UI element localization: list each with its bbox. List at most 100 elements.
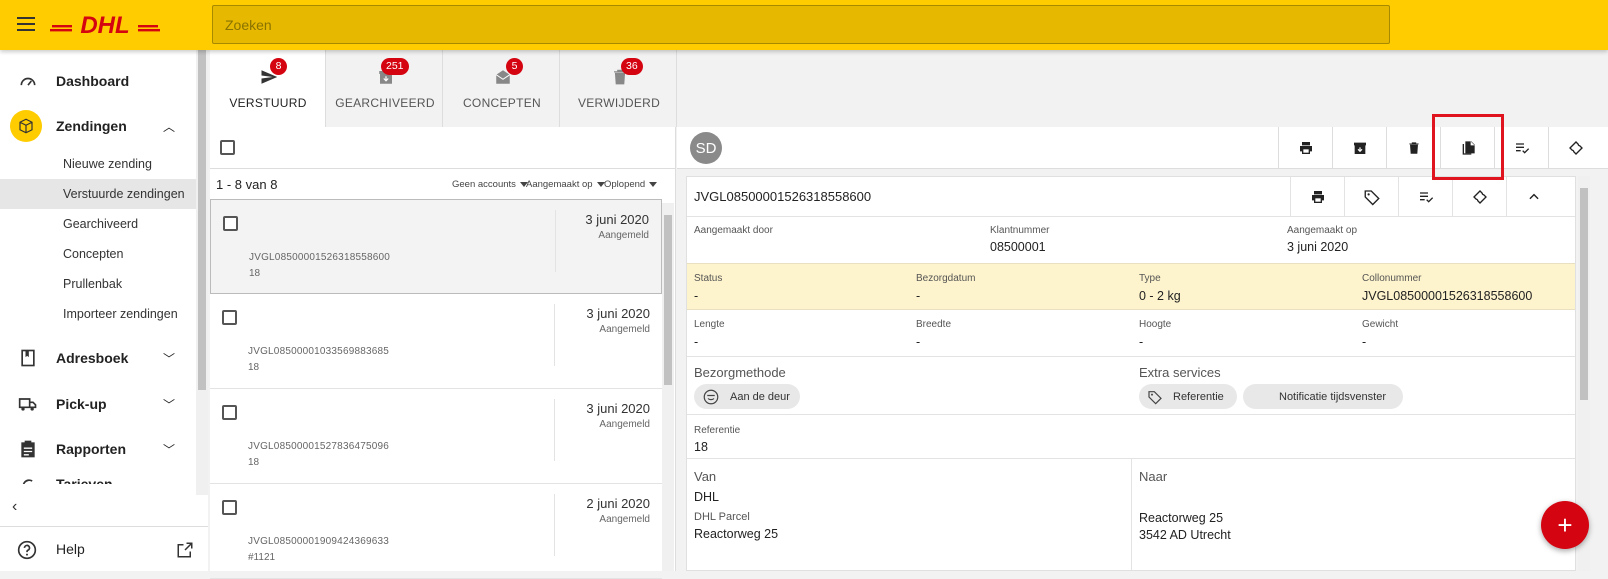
reference-value: 18 — [694, 440, 708, 454]
shipment-date: 2 juni 2020 — [586, 496, 650, 511]
shipment-id: JVGL08500001909424369633 — [248, 536, 390, 547]
extra-service-chip[interactable]: Referentie — [1139, 384, 1237, 409]
delivery-method-chip[interactable]: Aan de deur — [694, 384, 800, 409]
row-checkbox[interactable] — [222, 310, 237, 325]
list-item[interactable]: JVGL08500001909424369633 #1121 2 juni 20… — [210, 484, 662, 579]
playlist-check-icon — [1515, 143, 1529, 154]
sidebar-item-label: Zendingen — [56, 118, 127, 134]
list-item[interactable]: JVGL08500001527836475096 18 3 juni 2020 … — [210, 389, 662, 484]
sidebar-sub-verstuurde-zendingen[interactable]: Verstuurde zendingen — [0, 179, 196, 209]
sidebar: Dashboard Zendingen ︿ Nieuwe zending Ver… — [0, 50, 208, 571]
chevron-up-icon[interactable]: ︿ — [163, 118, 175, 135]
shipment-id: JVGL08500001526318558600 — [249, 252, 391, 263]
archive-button[interactable] — [1332, 127, 1386, 169]
playlist-check-button[interactable] — [1494, 127, 1548, 169]
accounts-filter[interactable]: Geen accounts — [452, 179, 528, 190]
sort-field-filter[interactable]: Aangemaakt op — [526, 179, 605, 190]
menu-icon[interactable] — [17, 17, 35, 31]
shipment-reference: 18 — [249, 268, 261, 279]
sidebar-item-adresboek[interactable]: Adresboek ﹀ — [0, 338, 196, 378]
sidebar-sub-concepten[interactable]: Concepten — [0, 239, 196, 269]
width-value: - — [916, 335, 921, 349]
collapse-sidebar-icon[interactable]: ‹ — [12, 498, 17, 516]
reference-row: Referentie 18 — [687, 415, 1575, 459]
tab-concepten[interactable]: 5 CONCEPTEN — [444, 50, 560, 127]
shipment-date: 3 juni 2020 — [586, 306, 650, 321]
sidebar-item-label: Dashboard — [56, 73, 130, 89]
package-icon — [10, 110, 42, 142]
sidebar-item-rapporten[interactable]: Rapporten ﹀ — [0, 429, 196, 469]
sidebar-sub-prullenbak[interactable]: Prullenbak — [0, 269, 196, 299]
row-checkbox[interactable] — [222, 500, 237, 515]
help-label[interactable]: Help — [56, 541, 85, 557]
shipment-reference: #1121 — [248, 552, 276, 563]
chevron-down-icon[interactable]: ﹀ — [163, 441, 175, 458]
delivery-date-value: - — [916, 289, 921, 303]
extra-service-label: Notificatie tijdsvenster — [1279, 390, 1386, 403]
tab-gearchiveerd[interactable]: 251 GEARCHIVEERD — [327, 50, 443, 127]
to-title: Naar — [1139, 469, 1168, 484]
tab-verwijderd[interactable]: 36 VERWIJDERD — [561, 50, 677, 127]
trash-icon — [1408, 142, 1419, 154]
sidebar-item-dashboard[interactable]: Dashboard — [0, 61, 196, 101]
card-tag-button[interactable] — [1344, 177, 1398, 217]
to-street: Reactorweg 25 — [1139, 511, 1224, 525]
sort-order-filter[interactable]: Oplopend — [604, 179, 658, 190]
shipment-status: Aangemeld — [599, 514, 650, 525]
list-toolbar: 1 - 8 van 8 Geen accounts Aangemaakt op … — [210, 169, 676, 199]
shipment-id: JVGL08500001526318558600 — [694, 189, 872, 204]
delete-button[interactable] — [1386, 127, 1440, 169]
add-shipment-button[interactable]: + — [1541, 501, 1589, 549]
sidebar-item-pick-up[interactable]: Pick-up ﹀ — [0, 384, 196, 424]
print-button[interactable] — [1278, 127, 1332, 169]
tab-verstuurd[interactable]: 8 VERSTUURD — [210, 50, 326, 127]
height-value: - — [1139, 335, 1144, 349]
copy-button[interactable] — [1440, 127, 1494, 169]
reference-label: Referentie — [694, 425, 741, 436]
extra-service-chip[interactable]: Notificatie tijdsvenster — [1243, 384, 1403, 409]
row-checkbox[interactable] — [222, 405, 237, 420]
tab-badge: 5 — [506, 58, 523, 75]
ticket-button[interactable] — [1548, 127, 1602, 169]
length-value: - — [694, 335, 699, 349]
list-item[interactable]: JVGL08500001526318558600 18 3 juni 2020 … — [210, 199, 662, 294]
shipment-id: JVGL08500001033569883685 — [248, 346, 390, 357]
sidebar-sub-gearchiveerd[interactable]: Gearchiveerd — [0, 209, 196, 239]
card-playlist-check-button[interactable] — [1398, 177, 1452, 217]
help-icon[interactable] — [17, 540, 37, 560]
sidebar-item-label: Adresboek — [56, 350, 129, 366]
row-checkbox[interactable] — [223, 216, 238, 231]
tab-badge: 251 — [381, 58, 409, 75]
type-value: 0 - 2 kg — [1139, 289, 1181, 303]
status-label: Status — [694, 273, 723, 284]
chevron-down-icon[interactable]: ﹀ — [163, 396, 175, 413]
created-by-label: Aangemaakt door — [694, 225, 773, 236]
select-all-checkbox[interactable] — [220, 140, 235, 155]
search-input[interactable] — [212, 5, 1390, 44]
shipment-status: Aangemeld — [599, 419, 650, 430]
shipment-card: JVGL08500001526318558600 Aangemaakt door… — [686, 176, 1576, 571]
collo-number-label: Collonummer — [1362, 273, 1422, 284]
length-label: Lengte — [694, 319, 725, 330]
sidebar-sub-importeer-zendingen[interactable]: Importeer zendingen — [0, 299, 196, 329]
print-icon — [1311, 191, 1324, 203]
card-collapse-button[interactable] — [1506, 177, 1560, 217]
dhl-logo[interactable]: DHL — [50, 10, 160, 40]
list-scrollbar[interactable] — [662, 203, 674, 571]
sidebar-item-tarieven[interactable]: Tarieven — [0, 470, 196, 484]
open-external-icon[interactable] — [176, 541, 194, 559]
sidebar-item-zendingen[interactable]: Zendingen ︿ — [0, 106, 196, 146]
list-item[interactable]: JVGL08500001033569883685 18 3 juni 2020 … — [210, 294, 662, 389]
top-bar: DHL — [0, 0, 1608, 50]
sidebar-scrollbar[interactable] — [196, 50, 208, 495]
shipment-date: 3 juni 2020 — [586, 401, 650, 416]
from-name: DHL — [694, 490, 720, 504]
chevron-down-icon[interactable]: ﹀ — [163, 350, 175, 367]
avatar[interactable]: SD — [690, 132, 722, 164]
ticket-icon — [1472, 190, 1487, 204]
card-ticket-button[interactable] — [1452, 177, 1506, 217]
sidebar-sub-nieuwe-zending[interactable]: Nieuwe zending — [0, 149, 196, 179]
shipment-detail-pane: SD JVGL08500001526318558600 Aangemaakt d… — [677, 127, 1608, 571]
card-print-button[interactable] — [1290, 177, 1344, 217]
tab-label: VERSTUURD — [229, 96, 307, 110]
